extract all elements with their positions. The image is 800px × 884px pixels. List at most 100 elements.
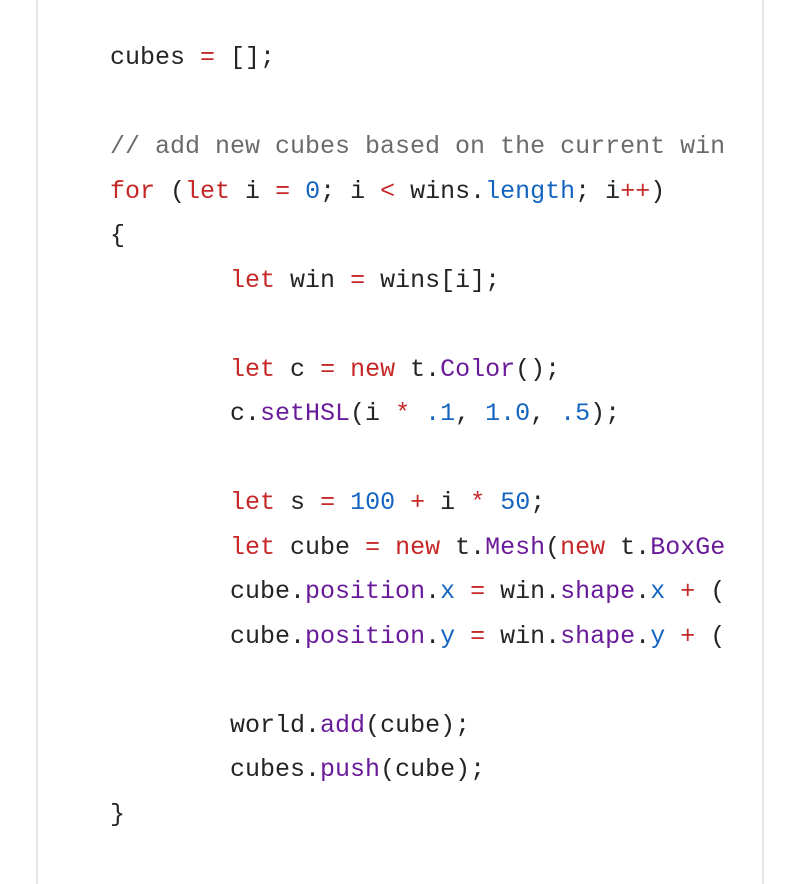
code-token-pln [335, 488, 350, 517]
code-token-pln: cubes [110, 43, 200, 72]
code-token-fn: position [305, 622, 425, 651]
code-token-pln: t. [440, 533, 485, 562]
code-token-fn: shape [560, 577, 635, 606]
code-token-pln: t. [395, 355, 440, 384]
code-token-op: < [380, 177, 395, 206]
code-token-pln: (cube); [380, 755, 485, 784]
code-token-fn: position [305, 577, 425, 606]
code-token-num: 50 [500, 488, 530, 517]
code-token-num: 1.0 [485, 399, 530, 428]
code-token-pln: win. [485, 622, 560, 651]
code-token-kw: new [560, 533, 605, 562]
code-token-pln [410, 399, 425, 428]
code-token-pln: ( [545, 533, 560, 562]
code-token-op: * [395, 399, 410, 428]
code-token-pln: ; [530, 488, 545, 517]
code-token-kw: let [230, 488, 275, 517]
code-token-pln: []; [215, 43, 275, 72]
code-token-op: + [680, 622, 695, 651]
code-token-kw: new [350, 355, 395, 384]
code-token-pln [485, 488, 500, 517]
code-token-pln: wins. [395, 177, 485, 206]
code-token-pln: cube [275, 533, 365, 562]
code-token-pln: ( [695, 622, 725, 651]
code-token-pln: world. [110, 711, 320, 740]
code-token-fn: shape [560, 622, 635, 651]
code-token-num: .1 [425, 399, 455, 428]
code-token-op: = [275, 177, 290, 206]
code-token-num: 0 [305, 177, 320, 206]
code-token-kw: let [230, 355, 275, 384]
code-token-kw: let [230, 266, 275, 295]
code-token-op: = [350, 266, 365, 295]
code-token-pln: win [275, 266, 350, 295]
code-token-pln: ; i [320, 177, 380, 206]
code-token-kw: let [185, 177, 230, 206]
code-token-type: Mesh [485, 533, 545, 562]
code-token-prop: length [485, 177, 575, 206]
code-token-kw: for [110, 177, 155, 206]
code-token-pln [335, 355, 350, 384]
code-block[interactable]: cubes = []; // add new cubes based on th… [38, 0, 762, 877]
code-token-pln: { [110, 221, 125, 250]
code-token-prop: y [650, 622, 665, 651]
code-token-pln [665, 577, 680, 606]
code-token-pln: } [110, 800, 125, 829]
code-token-pln: ( [155, 177, 185, 206]
code-token-op: * [470, 488, 485, 517]
code-token-pln: s [275, 488, 320, 517]
code-token-type: Color [440, 355, 515, 384]
code-token-pln [110, 488, 230, 517]
code-token-fn: add [320, 711, 365, 740]
code-token-pln: , [455, 399, 485, 428]
code-token-pln: . [635, 622, 650, 651]
code-token-pln: cubes. [110, 755, 320, 784]
code-token-pln: (i [350, 399, 395, 428]
code-token-num: .5 [560, 399, 590, 428]
code-token-fn: push [320, 755, 380, 784]
code-token-prop: y [440, 622, 455, 651]
code-token-pln: ) [650, 177, 665, 206]
code-token-pln: i [230, 177, 275, 206]
code-token-num: 100 [350, 488, 395, 517]
code-token-pln [110, 533, 230, 562]
code-token-pln: c. [110, 399, 260, 428]
code-token-pln: cube. [110, 622, 305, 651]
code-token-pln [455, 577, 470, 606]
code-token-pln: , [530, 399, 560, 428]
code-token-pln: (cube); [365, 711, 470, 740]
code-token-pln: wins[i]; [365, 266, 500, 295]
code-token-pln: cube. [110, 577, 305, 606]
code-token-op: = [320, 488, 335, 517]
code-token-pln [110, 355, 230, 384]
code-token-op: + [410, 488, 425, 517]
code-block-frame: cubes = []; // add new cubes based on th… [36, 0, 764, 884]
code-token-op: + [680, 577, 695, 606]
code-token-pln [110, 266, 230, 295]
code-token-pln: t. [605, 533, 650, 562]
code-token-kw: let [230, 533, 275, 562]
code-token-pln: win. [485, 577, 560, 606]
code-token-cmt: // add new cubes based on the current wi… [110, 132, 725, 161]
code-token-prop: x [440, 577, 455, 606]
code-token-pln [395, 488, 410, 517]
code-token-op: ++ [620, 177, 650, 206]
code-token-pln: . [635, 577, 650, 606]
code-token-pln [665, 622, 680, 651]
code-token-fn: setHSL [260, 399, 350, 428]
code-token-pln [380, 533, 395, 562]
code-token-kw: new [395, 533, 440, 562]
code-token-type: BoxGe [650, 533, 725, 562]
code-token-pln: i [425, 488, 470, 517]
code-token-pln [290, 177, 305, 206]
code-token-op: = [470, 577, 485, 606]
code-token-pln: . [425, 577, 440, 606]
code-token-pln: (); [515, 355, 560, 384]
code-token-pln: . [425, 622, 440, 651]
code-token-pln: ; i [575, 177, 620, 206]
code-token-pln [455, 622, 470, 651]
code-token-op: = [470, 622, 485, 651]
code-token-prop: x [650, 577, 665, 606]
code-token-pln: ( [695, 577, 725, 606]
code-token-op: = [200, 43, 215, 72]
